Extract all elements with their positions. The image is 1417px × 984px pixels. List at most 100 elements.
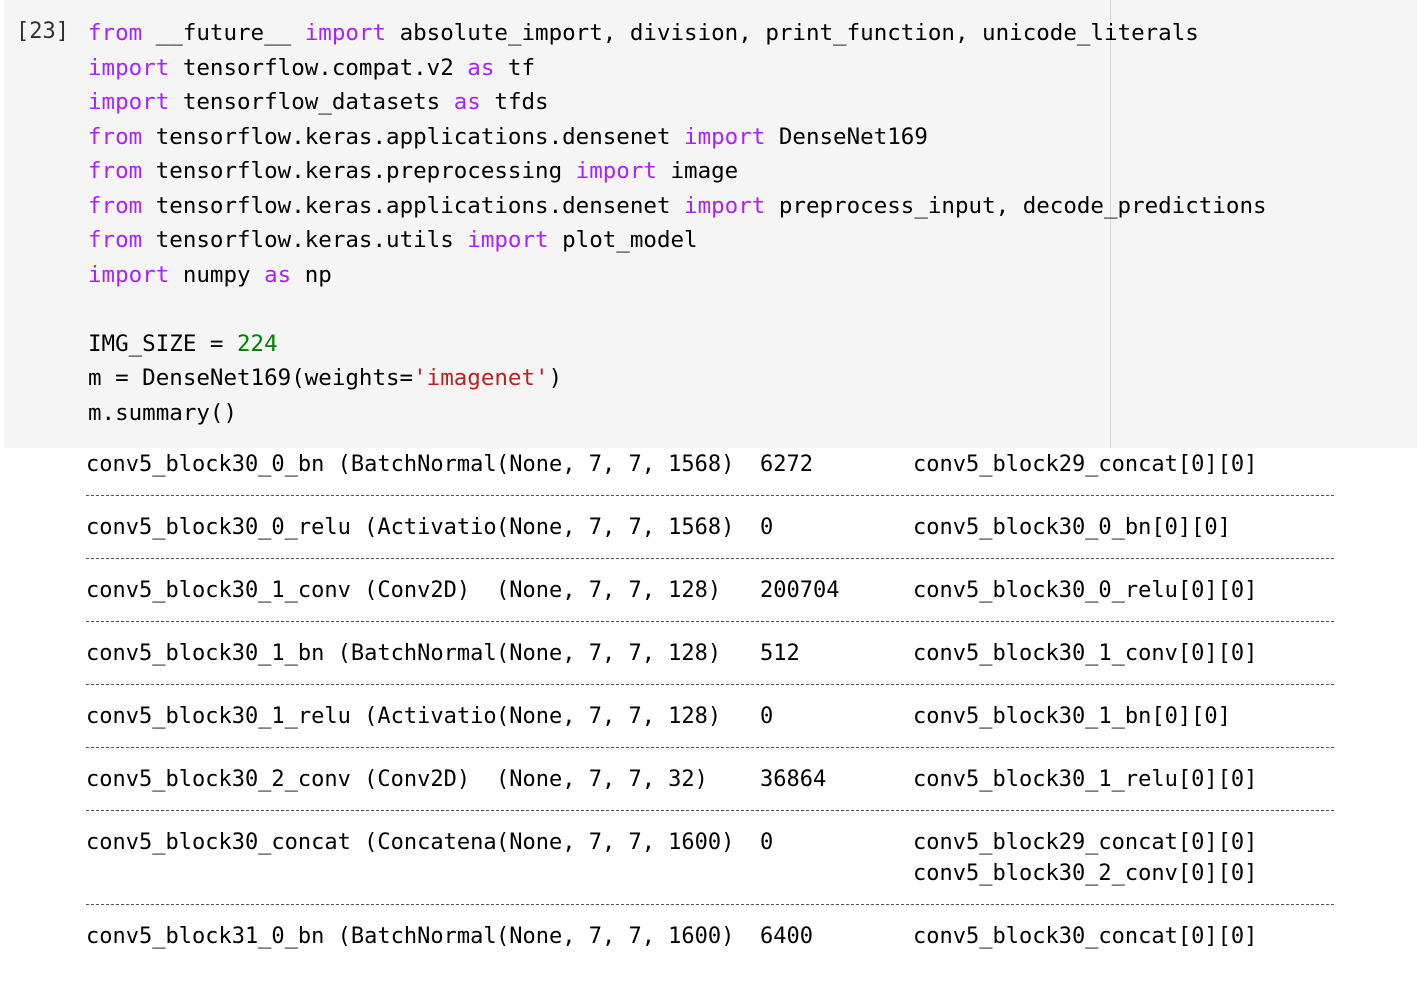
layer-name: conv5_block30_0_bn (BatchNormal xyxy=(86,452,497,477)
code-line: import tensorflow_datasets as tfds xyxy=(88,85,1267,120)
code-line: from tensorflow.keras.utils import plot_… xyxy=(88,223,1267,258)
connected-to: conv5_block30_1_bn[0][0] xyxy=(913,701,1231,732)
code-keyword: import xyxy=(684,123,766,150)
summary-row: conv5_block30_2_conv (Conv2D) (None, 7, 7… xyxy=(86,764,1334,827)
layer-name: conv5_block30_1_conv (Conv2D) xyxy=(86,578,471,603)
execution-count-prompt: [23] xyxy=(16,19,69,44)
code-keyword: from xyxy=(88,227,143,253)
layer-name: conv5_block30_1_relu (Activatio xyxy=(86,704,497,729)
code-line: import numpy as np xyxy=(88,258,1267,293)
code-text: tensorflow.compat.v2 xyxy=(169,54,468,81)
code-keyword: from xyxy=(88,158,143,184)
param-count: 6400 xyxy=(760,924,813,949)
connected-layer: conv5_block30_2_conv[0][0] xyxy=(913,861,1258,886)
output-shape: (None, 7, 7, 1600) xyxy=(496,924,735,949)
output-shape: (None, 7, 7, 1600) xyxy=(496,830,735,855)
connected-to: conv5_block30_0_bn[0][0] xyxy=(913,512,1231,543)
output-shape: (None, 7, 7, 1568) xyxy=(496,452,735,477)
code-editor[interactable]: from __future__ import absolute_import, … xyxy=(88,16,1267,430)
code-text: IMG_SIZE = xyxy=(88,330,238,357)
summary-row: conv5_block30_1_bn (BatchNormal (None, 7,… xyxy=(86,638,1334,701)
connected-to: conv5_block30_1_relu[0][0] xyxy=(913,764,1257,795)
row-separator xyxy=(86,904,1334,905)
connected-layer: conv5_block30_1_conv[0][0] xyxy=(913,641,1258,666)
row-separator xyxy=(86,810,1334,811)
code-line: m = DenseNet169(weights='imagenet') xyxy=(88,361,1267,396)
code-string: 'imagenet' xyxy=(413,365,549,391)
model-summary-output: conv5_block30_0_bn (BatchNormal (None, 7,… xyxy=(86,449,1334,984)
output-shape: (None, 7, 7, 32) xyxy=(496,767,708,792)
connected-layer: conv5_block30_1_relu[0][0] xyxy=(913,767,1258,792)
code-keyword: from xyxy=(88,20,143,46)
code-text: __future__ xyxy=(142,20,305,46)
code-text: tf xyxy=(494,54,536,81)
param-count: 36864 xyxy=(760,767,827,792)
row-separator xyxy=(86,495,1334,496)
code-text: numpy xyxy=(169,261,265,288)
code-line: from tensorflow.keras.applications.dense… xyxy=(88,120,1267,155)
connected-layer: conv5_block29_concat[0][0] xyxy=(913,830,1258,855)
code-text: tensorflow_datasets xyxy=(169,89,454,115)
layer-name: conv5_block31_0_bn (BatchNormal xyxy=(86,924,497,949)
param-count: 0 xyxy=(760,704,774,729)
code-line: from __future__ import absolute_import, … xyxy=(88,16,1267,51)
code-line: import tensorflow.compat.v2 as tf xyxy=(88,51,1267,86)
code-text: DenseNet169 xyxy=(765,123,928,150)
code-keyword: import xyxy=(575,158,657,184)
layer-name: conv5_block30_1_bn (BatchNormal xyxy=(86,641,497,666)
row-separator xyxy=(86,558,1334,559)
code-text: np xyxy=(291,261,332,288)
summary-row: conv5_block30_1_relu (Activatio (None, 7,… xyxy=(86,701,1334,764)
connected-to: conv5_block30_0_relu[0][0] xyxy=(913,575,1257,606)
code-text: preprocess_input, decode_predictions xyxy=(765,192,1267,219)
row-separator xyxy=(86,747,1334,748)
code-text: tfds xyxy=(480,89,549,115)
output-shape: (None, 7, 7, 128) xyxy=(496,578,722,603)
code-text: ) xyxy=(548,365,563,391)
code-keyword: from xyxy=(88,192,143,219)
code-keyword: import xyxy=(88,89,170,115)
code-keyword: as xyxy=(453,89,481,115)
code-text: m = DenseNet169(weights= xyxy=(88,365,414,391)
code-keyword: as xyxy=(264,261,292,288)
code-keyword: import xyxy=(88,261,170,288)
output-shape: (None, 7, 7, 1568) xyxy=(496,515,735,540)
param-count: 200704 xyxy=(760,578,840,603)
code-text: absolute_import, division, print_functio… xyxy=(386,20,1199,46)
summary-row: conv5_block30_0_bn (BatchNormal (None, 7,… xyxy=(86,449,1334,512)
param-count: 6272 xyxy=(760,452,813,477)
output-shape: (None, 7, 7, 128) xyxy=(496,704,722,729)
code-line: from tensorflow.keras.applications.dense… xyxy=(88,189,1267,224)
code-line: m.summary() xyxy=(88,396,1267,431)
summary-row: conv5_block30_1_conv (Conv2D) (None, 7, 7… xyxy=(86,575,1334,638)
code-text: tensorflow.keras.preprocessing xyxy=(142,158,576,184)
code-line: from tensorflow.keras.preprocessing impo… xyxy=(88,154,1267,189)
code-text: tensorflow.keras.applications.densenet xyxy=(142,123,685,150)
code-text: image xyxy=(656,158,739,184)
connected-to: conv5_block29_concat[0][0] xyxy=(913,449,1257,480)
connected-to: conv5_block30_1_conv[0][0] xyxy=(913,638,1257,669)
code-line: IMG_SIZE = 224 xyxy=(88,327,1267,362)
layer-name: conv5_block30_concat (Concatena xyxy=(86,830,497,855)
row-separator xyxy=(86,621,1334,622)
row-separator xyxy=(86,684,1334,685)
param-count: 512 xyxy=(760,641,800,666)
layer-name: conv5_block30_0_relu (Activatio xyxy=(86,515,497,540)
code-keyword: import xyxy=(467,227,549,253)
code-text: plot_model xyxy=(548,227,698,253)
code-keyword: import xyxy=(88,54,170,81)
code-keyword: import xyxy=(684,192,766,219)
code-keyword: from xyxy=(88,123,143,150)
connected-layer: conv5_block29_concat[0][0] xyxy=(913,452,1258,477)
summary-row: conv5_block30_concat (Concatena (None, 7,… xyxy=(86,827,1334,921)
summary-row: conv5_block30_0_relu (Activatio (None, 7,… xyxy=(86,512,1334,575)
output-shape: (None, 7, 7, 128) xyxy=(496,641,722,666)
code-number: 224 xyxy=(237,330,278,357)
code-keyword: as xyxy=(467,54,495,81)
code-keyword: import xyxy=(304,20,387,46)
layer-name: conv5_block30_2_conv (Conv2D) xyxy=(86,767,471,792)
code-text: tensorflow.keras.utils xyxy=(142,227,468,253)
code-text: m.summary() xyxy=(88,399,238,426)
code-text: tensorflow.keras.applications.densenet xyxy=(142,192,685,219)
